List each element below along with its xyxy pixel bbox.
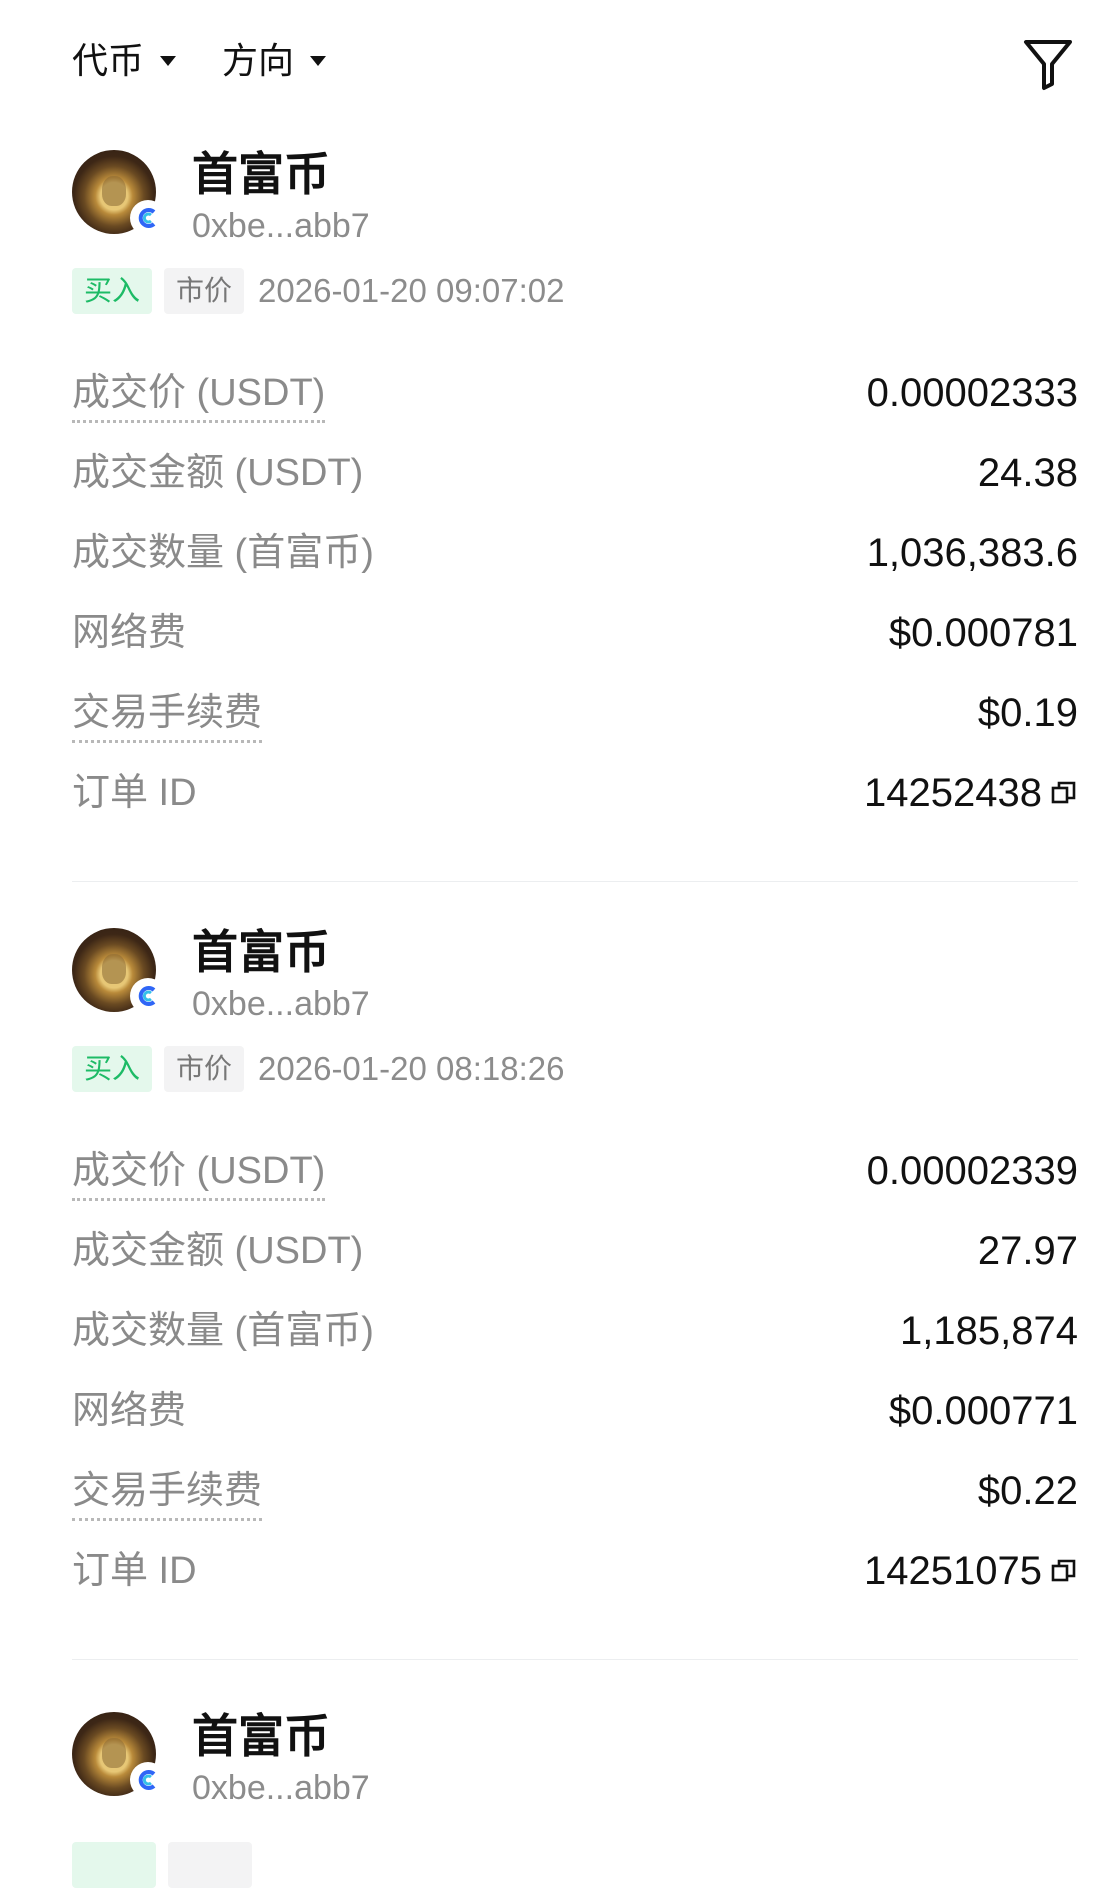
quantity-value: 1,185,874	[900, 1309, 1078, 1353]
network-fee-row: 网络费 $0.000771	[72, 1376, 1078, 1456]
quantity-row: 成交数量 (首富币) 1,185,874	[72, 1296, 1078, 1376]
order-details: 成交价 (USDT) 0.00002333 成交金额 (USDT) 24.38 …	[72, 358, 1078, 838]
token-name: 首富币	[192, 925, 330, 979]
side-badge	[72, 1842, 156, 1888]
trade-fee-value: $0.22	[977, 1469, 1078, 1513]
order-timestamp: 2026-01-20 08:18:26	[258, 1050, 565, 1087]
side-badge: 买入	[72, 268, 153, 314]
order-card[interactable]: 首富币 0xbe...abb7 买入 市价 2026-01-20 09:07:0…	[72, 144, 1078, 882]
order-id-label: 订单 ID	[72, 1550, 197, 1592]
quantity-row: 成交数量 (首富币) 1,036,383.6	[72, 518, 1078, 598]
network-fee-label: 网络费	[72, 1390, 187, 1432]
price-row: 成交价 (USDT) 0.00002339	[72, 1136, 1078, 1216]
caret-down-icon	[160, 56, 177, 66]
amount-label: 成交金额 (USDT)	[72, 452, 364, 494]
order-tags: 买入 市价 2026-01-20 08:18:26	[72, 1046, 564, 1092]
card-divider	[72, 1659, 1078, 1660]
price-value: 0.00002339	[866, 1149, 1078, 1193]
chain-logo-icon	[132, 1764, 164, 1796]
order-tags	[72, 1842, 264, 1888]
order-details: 成交价 (USDT) 0.00002339 成交金额 (USDT) 27.97 …	[72, 1136, 1078, 1616]
trade-fee-label[interactable]: 交易手续费	[72, 688, 263, 743]
order-timestamp: 2026-01-20 09:07:02	[258, 272, 565, 309]
price-value: 0.00002333	[866, 371, 1078, 415]
quantity-value: 1,036,383.6	[866, 531, 1078, 575]
amount-value: 24.38	[977, 451, 1078, 495]
caret-down-icon	[310, 56, 327, 66]
token-filter-label: 代币	[72, 40, 145, 81]
token-name: 首富币	[192, 147, 330, 201]
filter-bar: 代币 方向	[0, 0, 1118, 115]
copy-icon[interactable]	[1050, 1557, 1078, 1585]
amount-row: 成交金额 (USDT) 24.38	[72, 438, 1078, 518]
amount-row: 成交金额 (USDT) 27.97	[72, 1216, 1078, 1296]
price-row: 成交价 (USDT) 0.00002333	[72, 358, 1078, 438]
order-id-value: 14252438	[864, 771, 1042, 815]
side-filter-label: 方向	[222, 40, 295, 81]
chain-logo-icon	[132, 980, 164, 1012]
order-id-value: 14251075	[864, 1549, 1042, 1593]
quantity-label: 成交数量 (首富币)	[72, 532, 374, 574]
price-label[interactable]: 成交价 (USDT)	[72, 368, 326, 423]
order-tags: 买入 市价 2026-01-20 09:07:02	[72, 268, 564, 314]
order-card[interactable]: 首富币 0xbe...abb7 买入 市价 2026-01-20 08:18:2…	[72, 922, 1078, 1660]
amount-value: 27.97	[977, 1229, 1078, 1273]
token-filter-dropdown[interactable]: 代币	[72, 36, 177, 86]
network-fee-value: $0.000781	[888, 611, 1078, 655]
network-fee-value: $0.000771	[888, 1389, 1078, 1433]
order-id-row: 订单 ID 14251075	[72, 1536, 1078, 1616]
network-fee-label: 网络费	[72, 612, 187, 654]
quantity-label: 成交数量 (首富币)	[72, 1310, 374, 1352]
order-type-badge	[168, 1842, 252, 1888]
token-address[interactable]: 0xbe...abb7	[192, 1766, 370, 1810]
order-id-row: 订单 ID 14252438	[72, 758, 1078, 838]
order-type-badge: 市价	[164, 268, 245, 314]
side-badge: 买入	[72, 1046, 153, 1092]
funnel-icon[interactable]	[1022, 36, 1074, 92]
amount-label: 成交金额 (USDT)	[72, 1230, 364, 1272]
trade-fee-value: $0.19	[977, 691, 1078, 735]
network-fee-row: 网络费 $0.000781	[72, 598, 1078, 678]
side-filter-dropdown[interactable]: 方向	[222, 36, 327, 86]
order-card[interactable]: 首富币 0xbe...abb7	[72, 1706, 1078, 1888]
order-type-badge: 市价	[164, 1046, 245, 1092]
chain-logo-icon	[132, 202, 164, 234]
token-address[interactable]: 0xbe...abb7	[192, 204, 370, 248]
copy-icon[interactable]	[1050, 779, 1078, 807]
order-id-label: 订单 ID	[72, 772, 197, 814]
price-label[interactable]: 成交价 (USDT)	[72, 1146, 326, 1201]
token-name: 首富币	[192, 1709, 330, 1763]
token-address[interactable]: 0xbe...abb7	[192, 982, 370, 1026]
card-divider	[72, 881, 1078, 882]
trade-fee-row: 交易手续费 $0.19	[72, 678, 1078, 758]
trade-fee-label[interactable]: 交易手续费	[72, 1466, 263, 1521]
order-id-group: 14251075	[864, 1546, 1078, 1596]
trade-fee-row: 交易手续费 $0.22	[72, 1456, 1078, 1536]
order-id-group: 14252438	[864, 768, 1078, 818]
